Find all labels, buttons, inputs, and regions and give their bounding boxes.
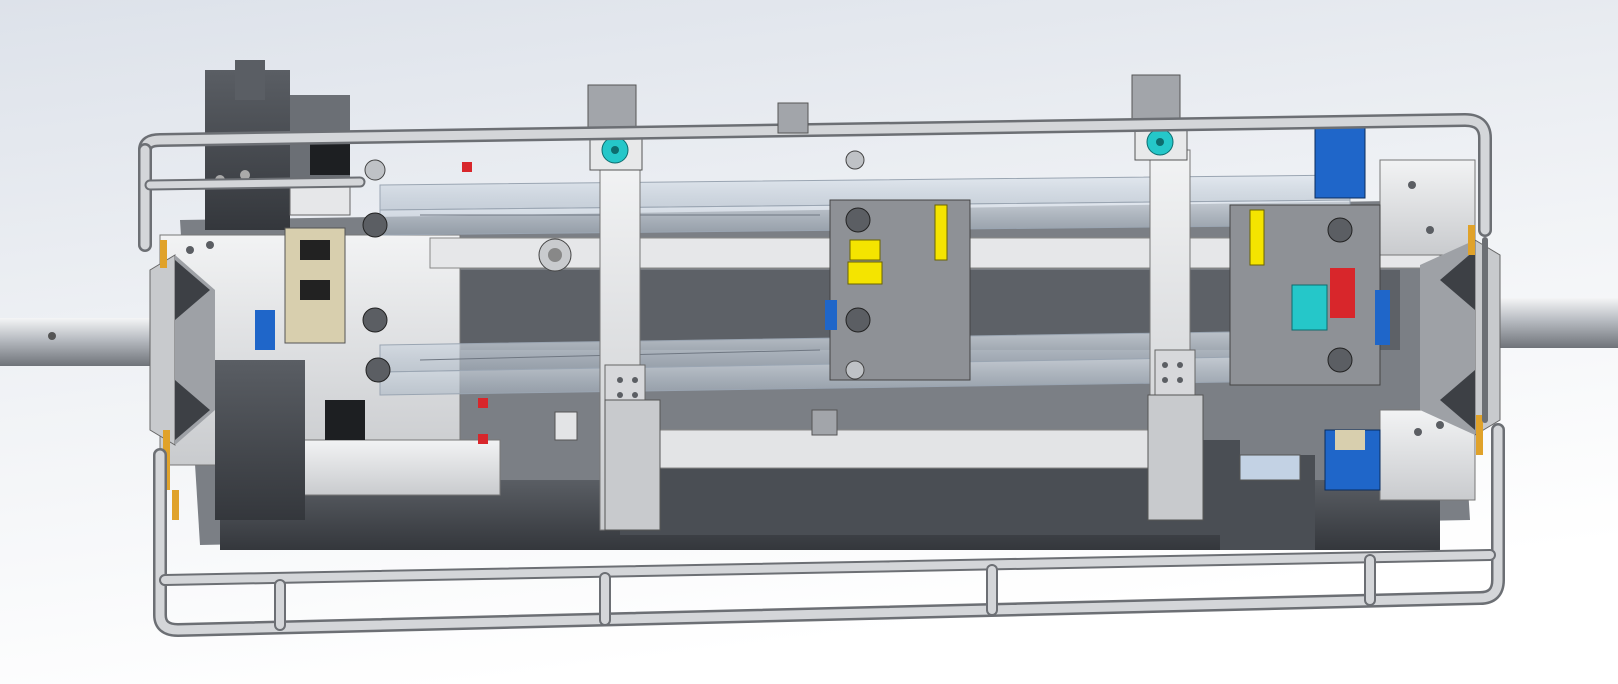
end-flange-left[interactable] [149,254,215,446]
left-beige-clamp[interactable] [284,227,346,344]
mid-yellow-actuator[interactable] [825,199,971,381]
cad-viewport[interactable] [0,0,1618,684]
cad-model-canvas[interactable] [0,0,1618,684]
